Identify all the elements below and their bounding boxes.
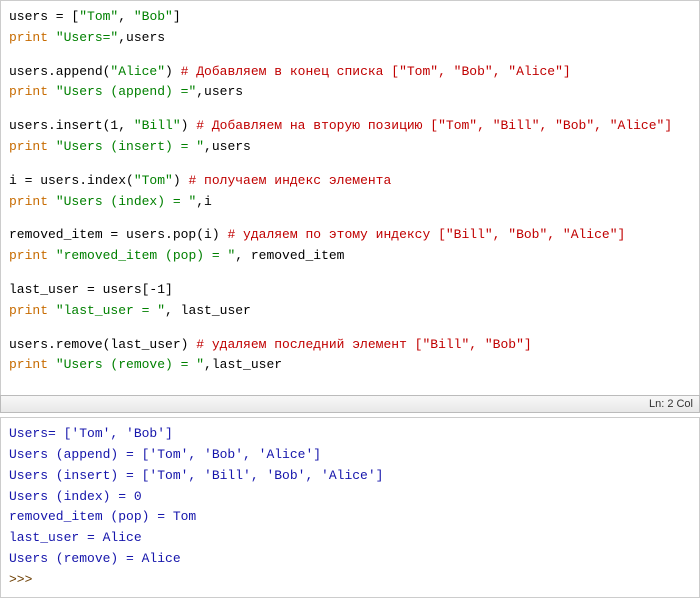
- code-line: users.remove(last_user) # удаляем послед…: [9, 335, 691, 356]
- output-line: last_user = Alice: [9, 528, 691, 549]
- output-line: Users (index) = 0: [9, 487, 691, 508]
- shell-prompt: >>>: [9, 570, 691, 591]
- code-line: print "removed_item (pop) = ", removed_i…: [9, 246, 691, 267]
- output-line: Users= ['Tom', 'Bob']: [9, 424, 691, 445]
- code-line: removed_item = users.pop(i) # удаляем по…: [9, 225, 691, 246]
- shell-output-pane[interactable]: Users= ['Tom', 'Bob'] Users (append) = […: [0, 417, 700, 597]
- blank-line: [9, 322, 691, 335]
- code-line: users.append("Alice") # Добавляем в коне…: [9, 62, 691, 83]
- blank-line: [9, 158, 691, 171]
- code-line: print "Users (remove) = ",last_user: [9, 355, 691, 376]
- code-editor-pane[interactable]: users = ["Tom", "Bob"] print "Users=",us…: [0, 0, 700, 396]
- code-line: print "Users (insert) = ",users: [9, 137, 691, 158]
- blank-line: [9, 267, 691, 280]
- code-line: print "Users (index) = ",i: [9, 192, 691, 213]
- cursor-position-label: Ln: 2 Col: [649, 398, 693, 410]
- output-line: Users (append) = ['Tom', 'Bob', 'Alice']: [9, 445, 691, 466]
- blank-line: [9, 212, 691, 225]
- code-line: print "Users (append) =",users: [9, 82, 691, 103]
- blank-line: [9, 49, 691, 62]
- status-bar: Ln: 2 Col: [0, 395, 700, 413]
- blank-line: [9, 103, 691, 116]
- code-line: print "last_user = ", last_user: [9, 301, 691, 322]
- code-line: last_user = users[-1]: [9, 280, 691, 301]
- blank-line: [9, 376, 691, 389]
- output-line: Users (remove) = Alice: [9, 549, 691, 570]
- output-line: removed_item (pop) = Tom: [9, 507, 691, 528]
- code-line: print "Users=",users: [9, 28, 691, 49]
- output-line: Users (insert) = ['Tom', 'Bill', 'Bob', …: [9, 466, 691, 487]
- code-line: users = ["Tom", "Bob"]: [9, 7, 691, 28]
- code-line: i = users.index("Tom") # получаем индекс…: [9, 171, 691, 192]
- code-line: users.insert(1, "Bill") # Добавляем на в…: [9, 116, 691, 137]
